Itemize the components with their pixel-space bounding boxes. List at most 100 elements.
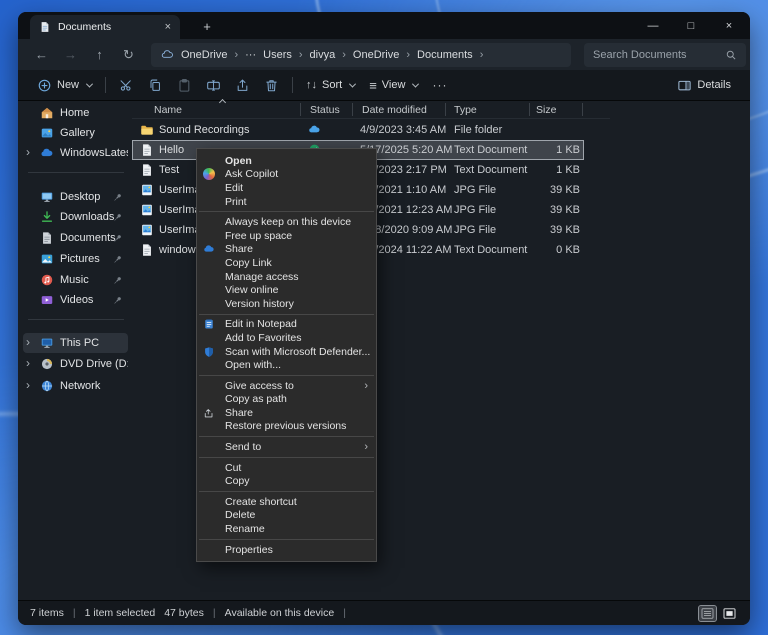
search-icon <box>725 49 737 61</box>
back-button[interactable]: ← <box>28 43 55 67</box>
column-divider[interactable] <box>529 103 530 116</box>
paste-button[interactable] <box>170 73 199 97</box>
sidebar-item-this-pc[interactable]: › This PC <box>23 333 128 353</box>
menu-item-open[interactable]: Open <box>197 154 376 168</box>
breadcrumb-item-onedrive2[interactable]: OneDrive <box>353 49 399 61</box>
column-divider[interactable] <box>445 103 446 116</box>
text-document-icon <box>140 243 154 257</box>
sidebar-label: Pictures <box>60 253 100 265</box>
menu-item-copy[interactable]: Copy <box>197 474 376 488</box>
sidebar-item-dvd-drive[interactable]: › DVD Drive (D:) CCC <box>23 354 128 374</box>
sidebar-item-videos[interactable]: Videos <box>23 290 128 310</box>
menu-item-edit-in-notepad[interactable]: Edit in Notepad <box>197 318 376 332</box>
dvd-drive-icon <box>40 357 54 371</box>
breadcrumb-overflow[interactable]: ··· <box>245 49 256 61</box>
menu-item-share[interactable]: Share <box>197 406 376 420</box>
view-button[interactable]: ≡ View <box>362 73 425 97</box>
menu-item-open-with[interactable]: Open with... <box>197 358 376 372</box>
thumbnail-view-button[interactable] <box>721 606 738 621</box>
home-icon <box>40 106 54 120</box>
sort-label: Sort <box>322 79 342 91</box>
column-header-size[interactable]: Size <box>536 104 556 116</box>
videos-icon <box>40 293 54 307</box>
close-button[interactable]: × <box>710 12 748 39</box>
breadcrumb-item-onedrive[interactable]: OneDrive <box>181 49 227 61</box>
menu-item-edit[interactable]: Edit <box>197 181 376 195</box>
menu-item-share-onedrive[interactable]: Share <box>197 243 376 257</box>
menu-item-always-keep[interactable]: Always keep on this device <box>197 215 376 229</box>
column-header-name[interactable]: Name <box>154 104 182 116</box>
gallery-icon <box>40 126 54 140</box>
sidebar-item-gallery[interactable]: Gallery <box>23 123 128 143</box>
column-header-date[interactable]: Date modified <box>362 104 427 116</box>
menu-item-create-shortcut[interactable]: Create shortcut <box>197 495 376 509</box>
menu-item-delete[interactable]: Delete <box>197 509 376 523</box>
menu-item-restore-previous-versions[interactable]: Restore previous versions <box>197 420 376 434</box>
menu-item-view-online[interactable]: View online <box>197 283 376 297</box>
menu-item-rename[interactable]: Rename <box>197 522 376 536</box>
menu-item-ask-copilot[interactable]: Ask Copilot <box>197 168 376 182</box>
rename-button[interactable] <box>199 73 228 97</box>
minimize-button[interactable]: — <box>634 12 672 39</box>
expander-icon[interactable]: › <box>26 146 30 158</box>
expander-icon[interactable]: › <box>26 336 30 348</box>
cloud-status-icon <box>308 123 321 136</box>
sidebar-item-network[interactable]: › Network <box>23 376 128 396</box>
cut-button[interactable] <box>112 73 141 97</box>
copy-button[interactable] <box>141 73 170 97</box>
column-divider[interactable] <box>352 103 353 116</box>
up-button[interactable]: ↑ <box>86 43 113 67</box>
sidebar-item-pictures[interactable]: Pictures <box>23 249 128 269</box>
menu-item-print[interactable]: Print <box>197 195 376 209</box>
menu-item-version-history[interactable]: Version history <box>197 297 376 311</box>
breadcrumb[interactable]: OneDrive › ··· Users › divya › OneDrive … <box>151 43 571 67</box>
more-options-button[interactable]: ··· <box>425 73 454 97</box>
expander-icon[interactable]: › <box>26 357 30 369</box>
expander-icon[interactable]: › <box>26 379 30 391</box>
share-button[interactable] <box>228 73 257 97</box>
column-header-status[interactable]: Status <box>310 104 340 116</box>
sidebar-item-home[interactable]: Home <box>23 103 128 123</box>
menu-item-free-up-space[interactable]: Free up space <box>197 229 376 243</box>
copilot-icon <box>203 168 215 180</box>
close-tab-icon[interactable]: × <box>165 22 171 33</box>
column-divider[interactable] <box>582 103 583 116</box>
delete-button[interactable] <box>257 73 286 97</box>
sidebar-label: Videos <box>60 294 93 306</box>
sidebar-item-desktop[interactable]: Desktop <box>23 187 128 207</box>
column-divider[interactable] <box>300 103 301 116</box>
details-view-button[interactable] <box>699 606 716 621</box>
paste-icon <box>177 78 192 93</box>
address-bar: ← → ↑ ↻ OneDrive › ··· Users › divya › O… <box>18 39 750 70</box>
tab-documents[interactable]: Documents × <box>30 15 180 39</box>
menu-item-properties[interactable]: Properties <box>197 543 376 557</box>
sidebar-item-downloads[interactable]: Downloads <box>23 207 128 227</box>
breadcrumb-item-users[interactable]: Users <box>263 49 292 61</box>
sidebar-item-onedrive[interactable]: › WindowsLatest - Pe <box>23 143 128 163</box>
forward-button[interactable]: → <box>57 43 84 67</box>
menu-item-manage-access[interactable]: Manage access <box>197 270 376 284</box>
sort-button[interactable]: ↑↓ Sort <box>299 73 362 97</box>
breadcrumb-item-documents[interactable]: Documents <box>417 49 473 61</box>
sidebar-item-documents[interactable]: Documents <box>23 228 128 248</box>
menu-item-cut[interactable]: Cut <box>197 461 376 475</box>
maximize-button[interactable]: □ <box>672 12 710 39</box>
column-header-type[interactable]: Type <box>454 104 477 116</box>
menu-item-send-to[interactable]: Send to› <box>197 440 376 454</box>
menu-item-scan-with-defender[interactable]: Scan with Microsoft Defender... <box>197 345 376 359</box>
details-pane-button[interactable]: Details <box>670 73 738 97</box>
new-button[interactable]: New <box>30 73 99 97</box>
sidebar-item-music[interactable]: Music <box>23 270 128 290</box>
search-input[interactable]: Search Documents <box>584 43 746 67</box>
sidebar-label: Network <box>60 380 100 392</box>
sidebar-label: WindowsLatest - Pe <box>60 147 128 159</box>
breadcrumb-item-divya[interactable]: divya <box>310 49 336 61</box>
menu-item-copy-as-path[interactable]: Copy as path <box>197 393 376 407</box>
menu-item-copy-link[interactable]: Copy Link <box>197 256 376 270</box>
table-row-sound-recordings[interactable]: Sound Recordings 4/9/2023 3:45 AM File f… <box>132 120 584 140</box>
menu-item-give-access-to[interactable]: Give access to› <box>197 379 376 393</box>
ellipsis-icon: ··· <box>432 78 447 92</box>
refresh-button[interactable]: ↻ <box>115 43 142 67</box>
new-tab-button[interactable]: + <box>196 16 218 36</box>
menu-item-add-to-favorites[interactable]: Add to Favorites <box>197 331 376 345</box>
